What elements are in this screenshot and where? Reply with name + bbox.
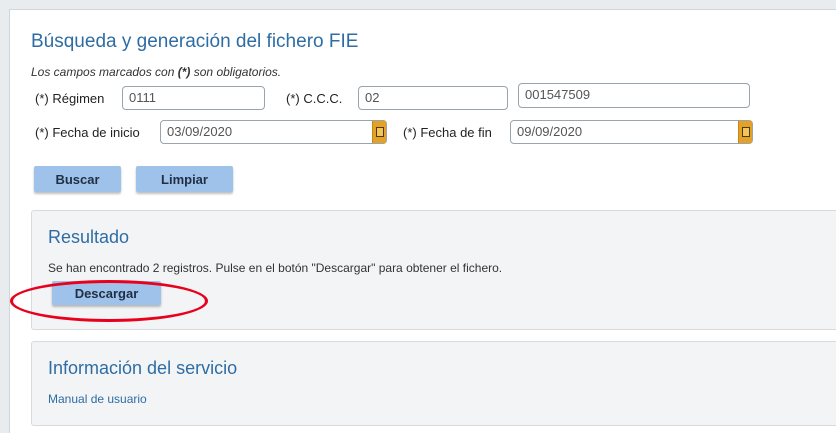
window-top-border [0, 0, 836, 10]
required-note-prefix: Los campos marcados con [31, 65, 178, 79]
ccc-prefix-input[interactable]: 02 [358, 86, 508, 110]
fecha-inicio-label: (*) Fecha de inicio [35, 125, 140, 140]
calendar-icon[interactable] [738, 121, 752, 143]
required-note-suffix: son obligatorios. [190, 65, 282, 79]
informacion-box: Información del servicio Manual de usuar… [31, 341, 836, 426]
page-title: Búsqueda y generación del fichero FIE [31, 31, 359, 52]
limpiar-button[interactable]: Limpiar [136, 166, 233, 192]
fecha-inicio-value: 03/09/2020 [167, 124, 233, 139]
manual-usuario-link[interactable]: Manual de usuario [48, 392, 147, 406]
resultado-box: Resultado Se han encontrado 2 registros.… [31, 210, 836, 330]
regimen-label: (*) Régimen [35, 91, 105, 106]
buscar-button[interactable]: Buscar [34, 166, 121, 192]
required-note-marker: (*) [177, 65, 191, 79]
fecha-fin-label: (*) Fecha de fin [403, 125, 492, 140]
fecha-fin-input[interactable]: 09/09/2020 [510, 120, 753, 144]
ccc-label: (*) C.C.C. [286, 91, 343, 106]
resultado-title: Resultado [48, 227, 130, 247]
descargar-button[interactable]: Descargar [52, 281, 161, 305]
fecha-inicio-input[interactable]: 03/09/2020 [160, 120, 387, 144]
resultado-message: Se han encontrado 2 registros. Pulse en … [48, 261, 503, 275]
window-left-border [0, 9, 10, 433]
regimen-input[interactable]: 0111 [122, 86, 265, 110]
required-fields-note: Los campos marcados con (*) son obligato… [31, 65, 281, 79]
informacion-title: Información del servicio [48, 358, 238, 378]
calendar-icon[interactable] [372, 121, 386, 143]
fecha-fin-value: 09/09/2020 [517, 124, 583, 139]
search-form-panel: Búsqueda y generación del fichero FIE Lo… [15, 15, 836, 433]
ccc-number-input[interactable]: 001547509 [518, 83, 750, 108]
